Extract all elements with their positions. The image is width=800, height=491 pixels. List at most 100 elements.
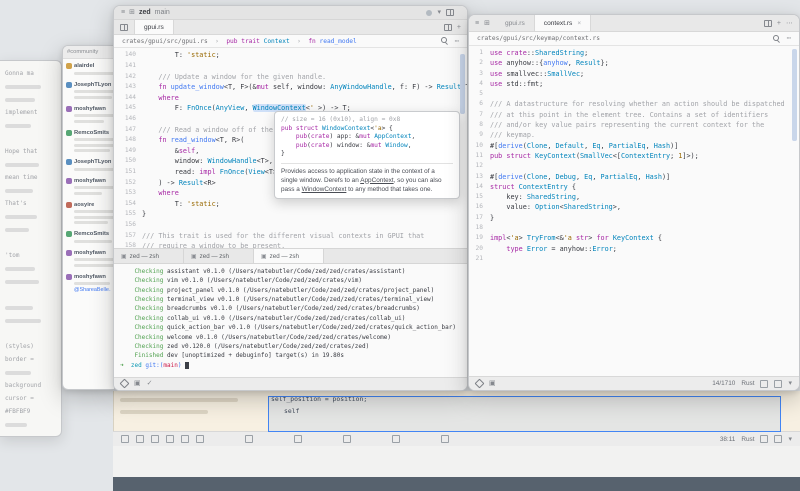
background-text-line[interactable]: implement <box>5 106 56 119</box>
background-text-line[interactable]: #FBFBF9 <box>5 405 56 418</box>
terminal-line[interactable]: Checking zed v0.120.0 (/Users/natebutler… <box>120 342 461 351</box>
editor-scrollbar[interactable] <box>460 54 465 114</box>
background-text-line[interactable] <box>5 262 56 275</box>
split-pane-icon[interactable] <box>444 24 452 31</box>
code-line[interactable]: 144 where <box>114 93 467 104</box>
code-line[interactable]: 16 value: Option<SharedString>, <box>469 202 799 212</box>
code-line[interactable]: 3use smallvec::SmallVec; <box>469 69 799 79</box>
tab-gpui-rs[interactable]: gpui.rs <box>134 20 174 33</box>
terminal-line[interactable]: Checking terminal_view v0.1.0 (/Users/na… <box>120 295 461 304</box>
code-line[interactable]: 17} <box>469 213 799 223</box>
grid-icon[interactable]: ⊞ <box>129 9 135 16</box>
project-name[interactable]: zed <box>139 9 151 16</box>
code-line[interactable]: 155} <box>114 209 467 220</box>
chevron-down-icon[interactable]: ▾ <box>788 380 792 387</box>
code-line[interactable]: 4use std::fmt; <box>469 79 799 89</box>
code-line[interactable]: 11pub struct KeyContext(SmallVec<[Contex… <box>469 151 799 161</box>
background-text-line[interactable]: border = <box>5 353 56 366</box>
code-line[interactable]: 2use anyhow::{anyhow, Result}; <box>469 58 799 68</box>
code-line[interactable]: 18 <box>469 223 799 233</box>
tab-context-rs[interactable]: context.rs × <box>534 15 591 31</box>
toolbar-icon[interactable] <box>151 435 159 443</box>
screen-share-icon[interactable] <box>446 9 454 16</box>
popup-code-line[interactable]: pub(crate) window: &mut Window, <box>281 142 453 151</box>
background-text-line[interactable] <box>5 275 56 288</box>
code-line[interactable]: 12 <box>469 161 799 171</box>
code-line[interactable]: 140 T: 'static; <box>114 50 467 61</box>
chat-mention[interactable]: @ShareaBelle… <box>74 287 111 293</box>
terminal-line[interactable]: Checking project_panel v0.1.0 (/Users/na… <box>120 286 461 295</box>
background-text-line[interactable] <box>5 301 56 314</box>
code-line[interactable]: 13#[derive(Clone, Debug, Eq, PartialEq, … <box>469 172 799 182</box>
background-text-line[interactable] <box>5 210 56 223</box>
zed-logo-icon[interactable] <box>475 379 485 389</box>
background-text-line[interactable]: 'tom <box>5 249 56 262</box>
project-panel-toggle-icon[interactable] <box>120 24 128 31</box>
chat-message[interactable]: moshyfawn@ShareaBelle… <box>66 274 111 294</box>
editor-context-rs[interactable]: 1use crate::SharedString;2use anyhow::{a… <box>469 46 799 368</box>
editor-scrollbar[interactable] <box>792 49 797 141</box>
split-pane-icon[interactable] <box>764 20 772 27</box>
terminal-line[interactable]: Checking vim v0.1.0 (/Users/natebutler/C… <box>120 276 461 285</box>
cursor-position[interactable]: 14/1710 <box>712 380 735 387</box>
chevron-down-icon[interactable]: ▾ <box>437 9 441 16</box>
search-icon[interactable] <box>773 35 781 43</box>
more-icon[interactable]: ⋯ <box>787 35 791 42</box>
terminal-line[interactable]: Checking quick_action_bar v0.1.0 (/Users… <box>120 323 461 332</box>
toolbar-icon[interactable] <box>121 435 129 443</box>
chat-message[interactable]: JosephTLyons <box>66 159 111 171</box>
zed-logo-icon[interactable] <box>120 379 130 389</box>
terminal-line[interactable]: Checking assistant v0.1.0 (/Users/natebu… <box>120 267 461 276</box>
terminal-line[interactable]: Finished dev [unoptimized + debuginfo] t… <box>120 351 461 360</box>
chat-message[interactable]: RemcoSmits <box>66 130 111 153</box>
code-line[interactable]: 19impl<'a> TryFrom<&'a str> for KeyConte… <box>469 233 799 243</box>
chat-message[interactable]: RemcoSmits <box>66 231 111 243</box>
diagnostics-icon[interactable]: ✓ <box>147 380 153 387</box>
toolbar-icon[interactable] <box>245 435 253 443</box>
chat-message[interactable]: JosephTLyons <box>66 82 111 99</box>
code-line[interactable]: 8/// and/or key value pairs representing… <box>469 120 799 130</box>
background-text-line[interactable]: Hope that <box>5 145 56 158</box>
background-text-line[interactable] <box>5 327 56 340</box>
code-line[interactable]: 20 type Error = anyhow::Error; <box>469 244 799 254</box>
status-icon[interactable] <box>760 380 768 388</box>
background-text-line[interactable] <box>5 223 56 236</box>
chevron-down-icon[interactable]: ▾ <box>788 436 792 443</box>
git-branch[interactable]: main <box>155 9 170 16</box>
background-text-line[interactable] <box>5 366 56 379</box>
background-text-line[interactable] <box>5 158 56 171</box>
background-text-line[interactable] <box>5 93 56 106</box>
toolbar-icon[interactable] <box>166 435 174 443</box>
chat-message[interactable]: moshyfawn <box>66 106 111 123</box>
new-tab-icon[interactable]: + <box>457 24 461 31</box>
background-text-line[interactable] <box>5 314 56 327</box>
toolbar-icon[interactable] <box>441 435 449 443</box>
background-text-line[interactable] <box>5 418 56 431</box>
code-line[interactable]: 14struct ContextEntry { <box>469 182 799 192</box>
terminal-tab-2[interactable]: ▣ zed — zsh <box>184 249 254 262</box>
background-text-line[interactable] <box>5 236 56 249</box>
language-selector[interactable]: Rust <box>741 380 754 387</box>
background-text-line[interactable]: (styles) <box>5 340 56 353</box>
code-line[interactable]: 142 /// Update a window for the given ha… <box>114 72 467 83</box>
toolbar-icon[interactable] <box>136 435 144 443</box>
chat-message[interactable]: moshyfawn <box>66 250 111 267</box>
code-line[interactable]: 21 <box>469 254 799 264</box>
terminal-line[interactable]: Checking breadcrumbs v0.1.0 (/Users/nate… <box>120 304 461 313</box>
background-text-line[interactable]: That's <box>5 197 56 210</box>
code-line[interactable]: 141 <box>114 61 467 72</box>
popup-code-line[interactable]: pub struct WindowContext<'a> { <box>281 125 453 134</box>
menu-icon[interactable]: ≡ <box>121 9 125 16</box>
code-line[interactable]: 143 fn update_window<T, F>(&mut self, wi… <box>114 82 467 93</box>
background-text-line[interactable] <box>5 184 56 197</box>
grid-icon[interactable]: ⊞ <box>484 20 490 27</box>
terminal-toggle-icon[interactable]: ▣ <box>134 380 141 387</box>
status-icon[interactable] <box>760 435 768 443</box>
background-text-line[interactable] <box>5 119 56 132</box>
background-text-line[interactable]: Gonna ma <box>5 67 56 80</box>
background-text-line[interactable]: mean time <box>5 171 56 184</box>
chat-message[interactable]: aosyire <box>66 202 111 225</box>
code-line[interactable]: 157/// This trait is used for the differ… <box>114 231 467 242</box>
breadcrumb[interactable]: crates/gpui/src/keymap/context.rs ⋯ <box>469 32 799 46</box>
close-icon[interactable]: × <box>577 20 581 27</box>
